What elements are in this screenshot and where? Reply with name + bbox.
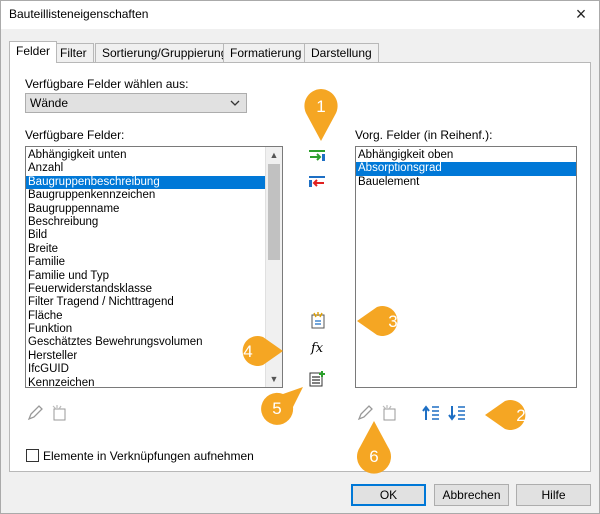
scroll-up-arrow-icon[interactable]: ▲	[266, 147, 282, 163]
scroll-thumb[interactable]	[268, 164, 280, 260]
tab-darstellung[interactable]: Darstellung	[304, 43, 379, 62]
available-fields-label: Verfügbare Felder:	[25, 128, 125, 142]
combine-parameters-icon[interactable]	[307, 369, 327, 389]
callout-5-number: 5	[272, 399, 282, 418]
cancel-button[interactable]: Abbrechen	[434, 484, 509, 506]
schedule-properties-dialog: Bauteillisteneigenschaften × Felder Filt…	[0, 0, 600, 514]
available-field-item[interactable]: Anzahl	[26, 162, 265, 175]
callout-4-number: 4	[243, 342, 253, 361]
help-button[interactable]: Hilfe	[516, 484, 591, 506]
chevron-down-icon	[230, 100, 240, 106]
callout-2-number: 2	[516, 406, 526, 425]
move-up-icon[interactable]	[421, 403, 441, 423]
available-field-item[interactable]: Bild	[26, 229, 265, 242]
callout-1: 1	[301, 87, 341, 143]
callout-2: 2	[483, 397, 541, 433]
add-field-arrow-icon[interactable]	[307, 147, 327, 167]
available-field-item[interactable]: Feuerwiderstandsklasse	[26, 283, 265, 296]
ok-button[interactable]: OK	[351, 484, 426, 506]
include-linked-checkbox[interactable]	[26, 449, 39, 462]
tab-formatierung[interactable]: Formatierung	[223, 43, 309, 62]
available-field-item[interactable]: Kennzeichen	[26, 377, 265, 387]
include-linked-label: Elemente in Verknüpfungen aufnehmen	[43, 449, 254, 463]
select-from-label: Verfügbare Felder wählen aus:	[25, 77, 189, 91]
category-value: Wände	[30, 96, 69, 110]
available-field-item[interactable]: Familie	[26, 256, 265, 269]
available-field-item[interactable]: Abhängigkeit unten	[26, 149, 265, 162]
callout-6-number: 6	[369, 447, 379, 466]
available-field-item[interactable]: Breite	[26, 243, 265, 256]
available-field-item[interactable]: Baugruppenkennzeichen	[26, 189, 265, 202]
move-down-icon[interactable]	[447, 403, 467, 423]
scheduled-field-item[interactable]: Bauelement	[356, 176, 576, 189]
close-button[interactable]: ×	[571, 4, 591, 24]
tab-filter[interactable]: Filter	[53, 43, 94, 62]
callout-4: 4	[227, 333, 285, 369]
callout-1-number: 1	[316, 97, 326, 116]
callout-5: 5	[259, 385, 305, 431]
callout-6: 6	[354, 419, 394, 477]
available-field-item[interactable]: Baugruppenbeschreibung	[26, 175, 265, 190]
tab-felder[interactable]: Felder	[9, 41, 58, 63]
title-bar: Bauteillisteneigenschaften ×	[1, 1, 599, 29]
available-field-item[interactable]: Baugruppenname	[26, 203, 265, 216]
callout-3-number: 3	[388, 312, 398, 331]
delete-parameter-icon[interactable]	[49, 403, 69, 423]
callout-3: 3	[355, 303, 413, 339]
available-field-item[interactable]: Filter Tragend / Nichttragend	[26, 296, 265, 309]
scheduled-field-item[interactable]: Absorptionsgrad	[356, 162, 576, 176]
tab-sortierung[interactable]: Sortierung/Gruppierung	[95, 43, 235, 62]
edit-parameter-pencil-icon[interactable]	[25, 403, 45, 423]
available-field-item[interactable]: Fläche	[26, 310, 265, 323]
new-parameter-icon[interactable]	[308, 311, 328, 331]
scheduled-fields-list[interactable]: Abhängigkeit oben Absorptionsgrad Baueleme…	[355, 146, 577, 388]
available-field-item[interactable]: Familie und Typ	[26, 270, 265, 283]
scheduled-fields-label: Vorg. Felder (in Reihenf.):	[355, 128, 493, 142]
formula-icon[interactable]: fx	[311, 341, 323, 356]
window-title: Bauteillisteneigenschaften	[9, 7, 149, 21]
scheduled-field-item[interactable]: Abhängigkeit oben	[356, 149, 576, 162]
remove-field-arrow-icon[interactable]	[307, 173, 327, 193]
available-field-item[interactable]: Beschreibung	[26, 216, 265, 229]
category-dropdown[interactable]: Wände	[25, 93, 247, 113]
